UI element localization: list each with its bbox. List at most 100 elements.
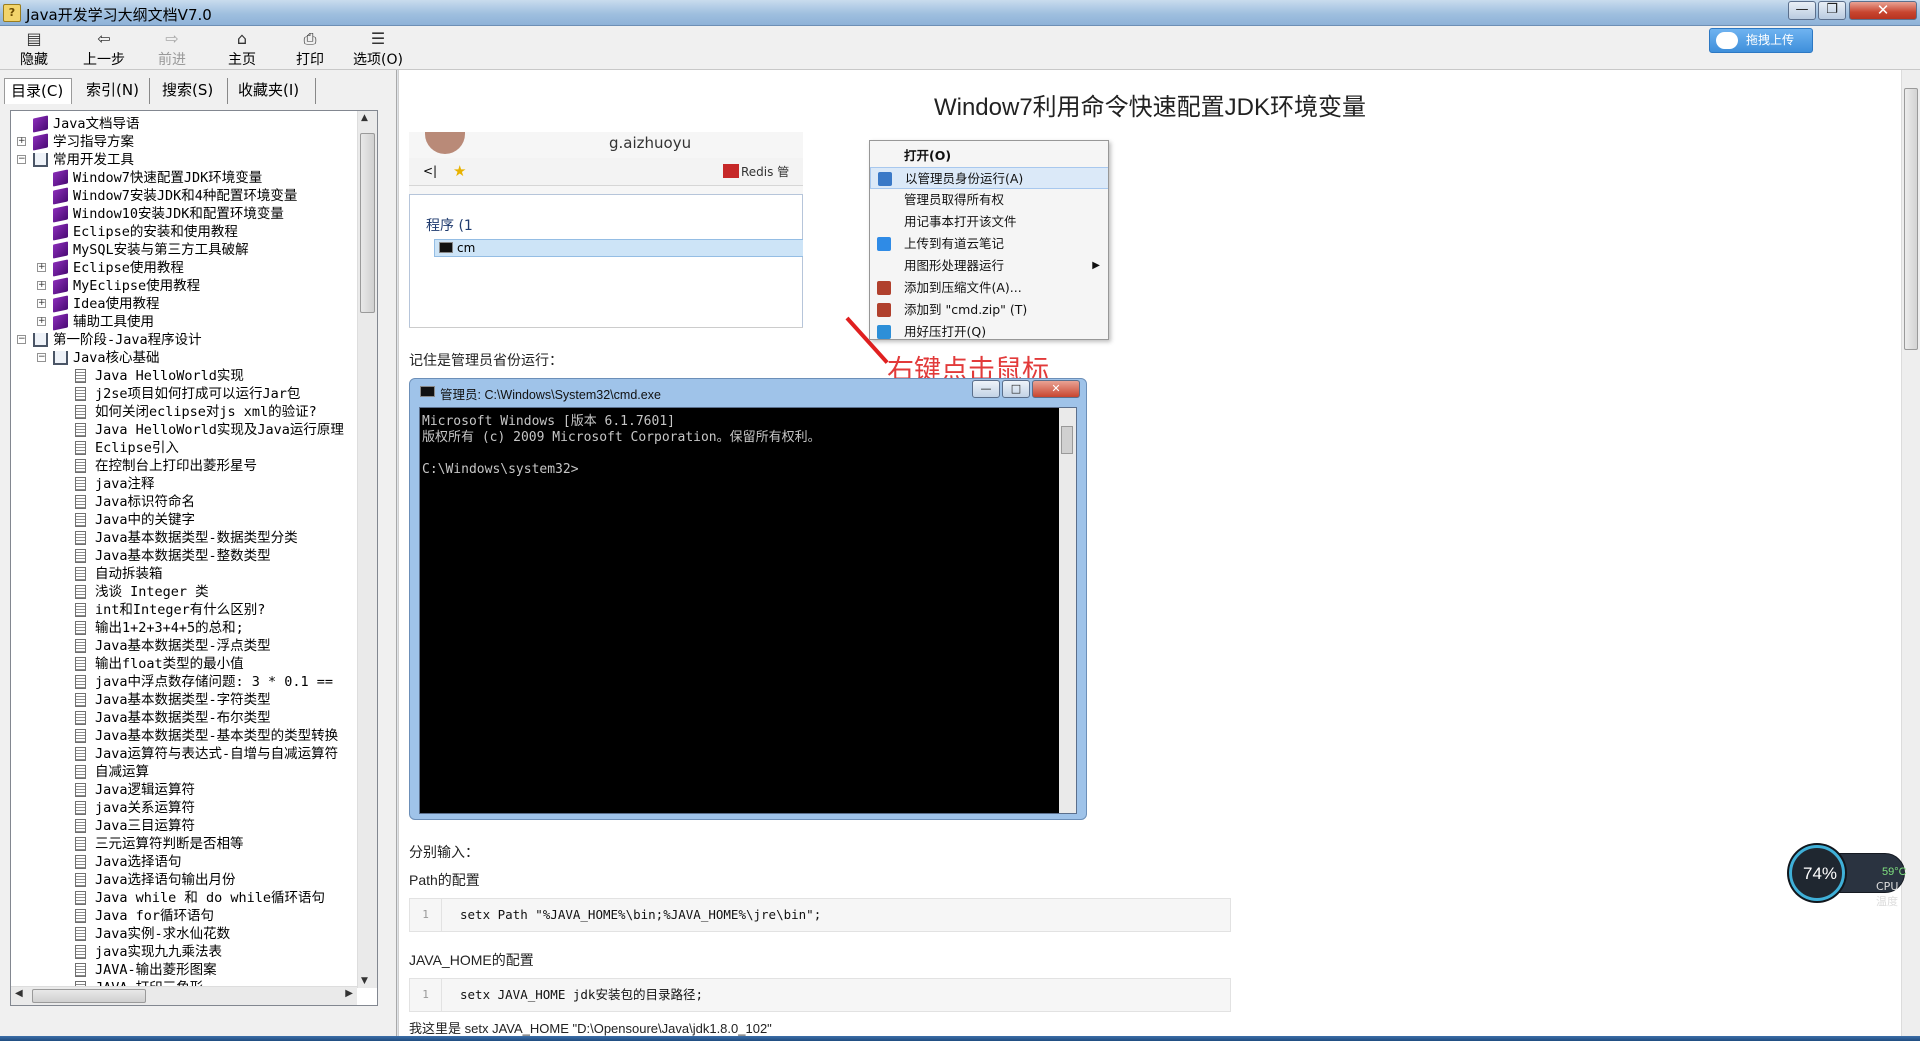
tab-favorites[interactable]: 收藏夹(I) [232, 78, 316, 104]
tree-horizontal-scrollbar[interactable]: ◀ ▶ [11, 986, 357, 1005]
collapse-icon[interactable]: − [17, 335, 26, 344]
tree-item-label: Java选择语句输出月份 [95, 872, 236, 888]
tree-item-label: 输出1+2+3+4+5的总和; [95, 620, 244, 636]
page-icon [75, 369, 86, 383]
scroll-down-icon[interactable]: ▼ [361, 976, 368, 986]
content-scroll-thumb[interactable] [1904, 88, 1918, 350]
tree-item-label: Java基本数据类型-整数类型 [95, 548, 271, 564]
page-icon [75, 459, 86, 473]
page-icon [75, 855, 86, 869]
tree-item-label: Java标识符命名 [95, 494, 196, 510]
tree-item-label: java实现九九乘法表 [95, 944, 223, 960]
context-menu-label: 用图形处理器运行 [904, 258, 1005, 273]
page-icon [75, 639, 86, 653]
bookmark-redis: Redis 管 [741, 165, 790, 179]
window-title: Java开发学习大纲文档V7.0 [26, 6, 212, 24]
minimize-button[interactable]: — [1788, 1, 1816, 20]
expand-icon[interactable]: + [17, 137, 26, 146]
tree-item-label: Eclipse使用教程 [73, 260, 184, 276]
tree-item-label: Eclipse引入 [95, 440, 179, 456]
scroll-up-icon[interactable]: ▲ [361, 113, 368, 123]
toolbar: ▤ 隐藏 ⇦ 上一步 ⇨ 前进 ⌂ 主页 ⎙ 打印 ☰ 选项(O) 拖拽上传 [0, 26, 1920, 70]
collapse-icon[interactable]: − [37, 353, 46, 362]
tree-item-label: Java while 和 do while循环语句 [95, 890, 326, 906]
book-icon [53, 241, 68, 259]
code-block-path: 1 setx Path "%JAVA_HOME%\bin;%JAVA_HOME%… [409, 898, 1231, 932]
contents-tree: Java文档导语 + 学习指导方案 − 常用开发工具 Window7快速配置JDK环境变量… [11, 111, 357, 988]
expand-icon[interactable]: + [37, 299, 46, 308]
cmd-icon [439, 242, 453, 253]
browser-bookmark-bar: <| ★ Redis 管 [409, 158, 803, 186]
page-icon [75, 549, 86, 563]
cmd-scrollbar [1059, 408, 1076, 813]
print-icon: ⎙ [303, 29, 317, 48]
page-icon [75, 567, 86, 581]
page-icon [75, 531, 86, 545]
book-icon [53, 187, 68, 205]
cpu-label: CPU温度 [1876, 880, 1899, 908]
context-menu-label: 打开(O) [904, 148, 952, 163]
context-menu: 打开(O) 以管理员身份运行(A) 管理员取得所有权 用记事本打开该文件 上传到有道云笔… [869, 140, 1109, 340]
maximize-button[interactable]: ❐ [1818, 1, 1846, 20]
page-icon [75, 837, 86, 851]
tree-scroll-thumb[interactable] [360, 133, 375, 313]
code-text: setx JAVA_HOME jdk安装包的目录路径; [460, 987, 703, 1002]
expand-icon[interactable]: + [37, 317, 46, 326]
path-heading: Path的配置 [409, 872, 480, 888]
tree-item-label: java关系运算符 [95, 800, 196, 816]
tree-hscroll-thumb[interactable] [32, 989, 146, 1003]
back-button[interactable]: ⇦ 上一步 [78, 29, 130, 68]
programs-heading: 程序 (1 [426, 218, 473, 234]
hide-button[interactable]: ▤ 隐藏 [14, 29, 54, 68]
home-icon: ⌂ [236, 29, 248, 48]
context-menu-item: 管理员取得所有权 [870, 189, 1108, 211]
tree-item-label: Java for循环语句 [95, 908, 215, 924]
options-button[interactable]: ☰ 选项(O) [350, 29, 406, 68]
tree-vertical-scrollbar[interactable]: ▲ ▼ [357, 111, 377, 988]
tree-item-label: MySQL安装与第三方工具破解 [73, 242, 249, 258]
upload-button[interactable]: 拖拽上传 [1709, 28, 1813, 53]
scroll-right-icon[interactable]: ▶ [345, 988, 353, 999]
tree-item-label: 常用开发工具 [53, 152, 134, 168]
expand-icon[interactable]: + [37, 281, 46, 290]
contents-tree-box: Java文档导语 + 学习指导方案 − 常用开发工具 Window7快速配置JDK环境变量… [10, 110, 378, 1006]
open-book-icon [53, 351, 68, 365]
tab-contents[interactable]: 目录(C) [4, 78, 72, 104]
star-icon: ★ [453, 162, 467, 180]
collapse-icon[interactable]: − [17, 155, 26, 164]
page-icon [75, 621, 86, 635]
note-admin: 记住是管理员省份运行： [409, 352, 563, 368]
page-icon [75, 387, 86, 401]
tab-index[interactable]: 索引(N) [80, 78, 150, 104]
page-icon [75, 423, 86, 437]
expand-icon[interactable]: + [37, 263, 46, 272]
my-setting-text: 我这里是 setx JAVA_HOME "D:\Opensoure\Java\j… [409, 1021, 772, 1036]
java-home-heading: JAVA_HOME的配置 [409, 952, 534, 968]
context-menu-label: 上传到有道云笔记 [904, 236, 1005, 251]
tab-search[interactable]: 搜索(S) [156, 78, 228, 104]
tree-item-label: Window10安装JDK和配置环境变量 [73, 206, 284, 222]
page-icon [75, 711, 86, 725]
tree-item-label: java中浮点数存储问题: 3 * 0.1 == [95, 674, 334, 690]
forward-button[interactable]: ⇨ 前进 [152, 29, 192, 68]
code-line-number: 1 [410, 979, 442, 1011]
context-menu-item: 以管理员身份运行(A) [870, 167, 1108, 189]
print-button[interactable]: ⎙ 打印 [290, 29, 330, 68]
tree-item-label: 输出float类型的最小值 [95, 656, 244, 672]
page-icon [75, 783, 86, 797]
cpu-percent: 74% [1802, 864, 1838, 883]
cmd-icon [420, 386, 435, 397]
home-button[interactable]: ⌂ 主页 [222, 29, 262, 68]
tree-item-label: Java选择语句 [95, 854, 182, 870]
close-button[interactable]: ✕ [1849, 1, 1917, 20]
cpu-temperature-widget[interactable]: 59°C CPU温度 74% [1789, 845, 1907, 908]
tree-item-label: 浅谈 Integer 类 [95, 584, 209, 600]
tree-item-label: 辅助工具使用 [73, 314, 154, 330]
scroll-left-icon[interactable]: ◀ [15, 988, 23, 999]
upload-label: 拖拽上传 [1746, 33, 1795, 47]
page-icon [75, 765, 86, 779]
book-icon [53, 223, 68, 241]
context-menu-item: 上传到有道云笔记 [870, 233, 1108, 255]
page-icon [75, 477, 86, 491]
page-icon [75, 675, 86, 689]
